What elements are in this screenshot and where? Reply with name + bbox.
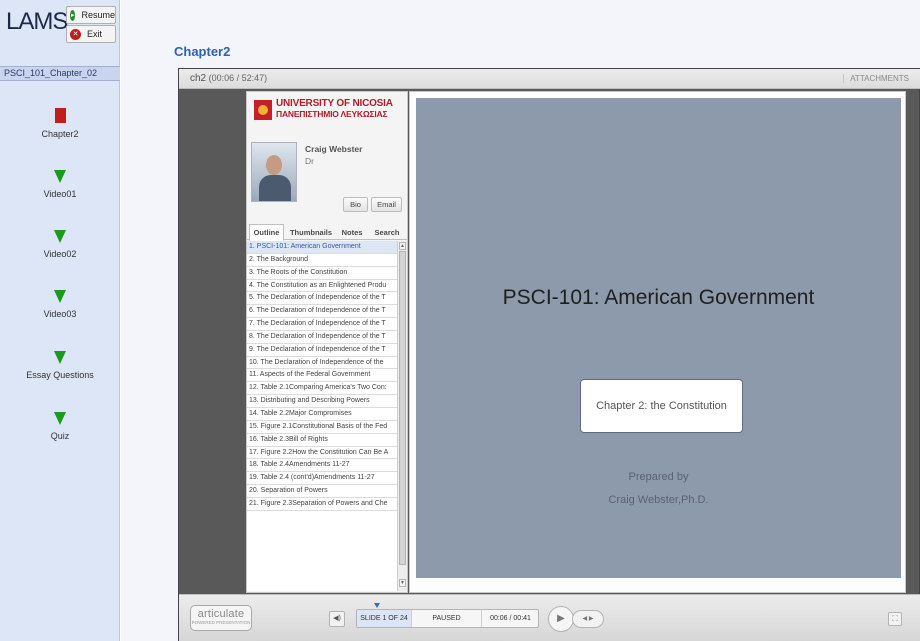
slide-title: PSCI-101: American Government	[502, 286, 815, 309]
lams-window: LAMS ▸ Resume ✕ Exit PSCI_101_Chapter_02…	[0, 0, 920, 641]
outline-item[interactable]: 8. The Declaration of Independence of th…	[247, 331, 397, 344]
outline-item[interactable]: 14. Table 2.2Major Compromises	[247, 408, 397, 421]
presenter-photo	[251, 142, 297, 202]
playback-status: SLIDE 1 OF 24 PAUSED 00:06 / 00:41	[356, 609, 539, 628]
resume-label: Resume	[81, 10, 115, 20]
outline-scrollbar[interactable]: ▲ ▼	[397, 241, 407, 591]
tab-search[interactable]: Search	[369, 224, 405, 240]
outline-item[interactable]: 17. Figure 2.2How the Constitution Can B…	[247, 447, 397, 460]
presenter-title: Dr	[305, 156, 314, 166]
player-topbar: ch2 (00:06 / 52:47) ATTACHMENTS	[179, 69, 920, 89]
outline-item[interactable]: 2. The Background	[247, 254, 397, 267]
slide-canvas: PSCI-101: American Government Chapter 2:…	[416, 98, 901, 578]
tab-notes[interactable]: Notes	[337, 224, 367, 240]
university-logo: UNIVERSITY OF NICOSIA ΠΑΝΕΠΙΣΤΗΜΙΟ ΛΕΥΚΩ…	[251, 98, 405, 134]
outline-item[interactable]: 16. Table 2.3Bill of Rights	[247, 434, 397, 447]
lams-logo: LAMS	[6, 8, 68, 35]
playback-state: PAUSED	[412, 610, 482, 627]
outline-item[interactable]: 6. The Declaration of Independence of th…	[247, 305, 397, 319]
slide-prepared-label: Prepared by	[628, 471, 689, 483]
scroll-up-icon[interactable]: ▲	[399, 242, 406, 250]
university-name: UNIVERSITY OF NICOSIA	[276, 98, 393, 109]
bio-button[interactable]: Bio	[343, 197, 368, 212]
attachments-button[interactable]: ATTACHMENTS	[843, 74, 909, 83]
outline-item[interactable]: 1. PSCI-101: American Government	[247, 241, 397, 254]
todo-activity-icon	[54, 412, 66, 425]
tab-thumbnails[interactable]: Thumbnails	[287, 224, 335, 240]
outline-item[interactable]: 9. The Declaration of Independence of th…	[247, 344, 397, 357]
activity-label: Chapter2	[41, 129, 79, 139]
todo-activity-icon	[54, 230, 66, 243]
exit-icon: ✕	[70, 28, 81, 40]
play-icon[interactable]: ▶	[548, 606, 574, 632]
outline-item[interactable]: 11. Aspects of the Federal Government	[247, 369, 397, 383]
page-title: Chapter2	[174, 44, 231, 59]
outline-item[interactable]: 3. The Roots of the Constitution	[247, 267, 397, 280]
sidebar-tabs: Outline Thumbnails Notes Search	[247, 222, 407, 241]
outline-item[interactable]: 12. Table 2.1Comparing America's Two Con…	[247, 382, 397, 396]
scroll-down-icon[interactable]: ▼	[399, 579, 406, 587]
lams-header: LAMS ▸ Resume ✕ Exit	[0, 0, 120, 62]
activity-video03[interactable]: Video03	[0, 290, 120, 319]
activity-video01[interactable]: Video01	[0, 170, 120, 199]
outline-list: 1. PSCI-101: American Government 2. The B…	[247, 241, 397, 591]
resume-button[interactable]: ▸ Resume	[66, 6, 116, 24]
todo-activity-icon	[54, 290, 66, 303]
resume-icon: ▸	[70, 9, 76, 21]
player-title: ch2 (00:06 / 52:47)	[190, 73, 267, 84]
activity-video02[interactable]: Video02	[0, 230, 120, 259]
progress-marker-icon[interactable]	[374, 603, 380, 608]
outline-item[interactable]: 4. The Constitution as an Enlightened Pr…	[247, 280, 397, 293]
activity-label: Video01	[43, 189, 77, 199]
outline-item[interactable]: 10. The Declaration of Independence of t…	[247, 357, 397, 370]
outline-item[interactable]: 20. Separation of Powers	[247, 485, 397, 498]
slide-time: 00:06 / 00:41	[490, 615, 531, 622]
todo-activity-icon	[54, 351, 66, 364]
slide-count: SLIDE 1 OF 24	[357, 610, 412, 627]
tab-outline[interactable]: Outline	[249, 224, 284, 241]
current-activity-icon	[54, 108, 66, 123]
exit-button[interactable]: ✕ Exit	[66, 25, 116, 43]
player-sidebar: UNIVERSITY OF NICOSIA ΠΑΝΕΠΙΣΤΗΜΙΟ ΛΕΥΚΩ…	[246, 91, 408, 593]
activity-chapter2[interactable]: Chapter2	[0, 108, 120, 139]
outline-item[interactable]: 5. The Declaration of Independence of th…	[247, 292, 397, 306]
lams-sidebar: LAMS ▸ Resume ✕ Exit PSCI_101_Chapter_02…	[0, 0, 120, 641]
sequence-title: PSCI_101_Chapter_02	[0, 66, 120, 81]
player-controls: articulate POWERED PRESENTATION ◀) SLIDE…	[179, 594, 920, 641]
activity-essay-questions[interactable]: Essay Questions	[0, 351, 120, 380]
prev-next-buttons[interactable]: ◀ ▶	[572, 610, 604, 628]
exit-label: Exit	[87, 29, 103, 39]
presentation-player: ch2 (00:06 / 52:47) ATTACHMENTS UNIVERSI…	[178, 68, 920, 641]
outline-item[interactable]: 15. Figure 2.1Constitutional Basis of th…	[247, 421, 397, 434]
player-title-time: (00:06 / 52:47)	[208, 73, 268, 83]
articulate-sub: POWERED PRESENTATION	[191, 620, 251, 625]
university-name-greek: ΠΑΝΕΠΙΣΤΗΜΙΟ ΛΕΥΚΩΣΙΑΣ	[276, 109, 388, 119]
volume-icon[interactable]: ◀)	[329, 611, 345, 627]
articulate-logo: articulate POWERED PRESENTATION	[190, 605, 252, 631]
fullscreen-icon[interactable]: ⛶	[888, 612, 902, 626]
slide-author: Craig Webster,Ph.D.	[608, 494, 709, 506]
activity-label: Quiz	[50, 431, 70, 441]
player-title-name: ch2	[190, 73, 207, 84]
slide-frame: PSCI-101: American Government Chapter 2:…	[409, 91, 906, 593]
outline-item[interactable]: 13. Distributing and Describing Powers	[247, 395, 397, 408]
outline-item[interactable]: 7. The Declaration of Independence of th…	[247, 318, 397, 331]
presenter-name: Craig Webster	[305, 144, 363, 154]
slide-subtitle-box: Chapter 2: the Constitution	[580, 379, 743, 433]
todo-activity-icon	[54, 170, 66, 183]
outline-item[interactable]: 19. Table 2.4 (cont'd)Amendments 11-27	[247, 472, 397, 486]
activity-quiz[interactable]: Quiz	[0, 412, 120, 441]
main-content: Chapter2 ch2 (00:06 / 52:47) ATTACHMENTS…	[121, 0, 920, 641]
outline-item[interactable]: 21. Figure 2.3Separation of Powers and C…	[247, 498, 397, 511]
university-emblem-icon	[254, 100, 272, 120]
activity-label: Essay Questions	[26, 370, 94, 380]
activity-label: Video03	[43, 309, 77, 319]
articulate-brand: articulate	[197, 608, 245, 620]
email-button[interactable]: Email	[371, 197, 402, 212]
outline-item[interactable]: 18. Table 2.4Amendments 11-27	[247, 459, 397, 473]
activity-label: Video02	[43, 249, 77, 259]
scroll-thumb[interactable]	[399, 251, 406, 565]
